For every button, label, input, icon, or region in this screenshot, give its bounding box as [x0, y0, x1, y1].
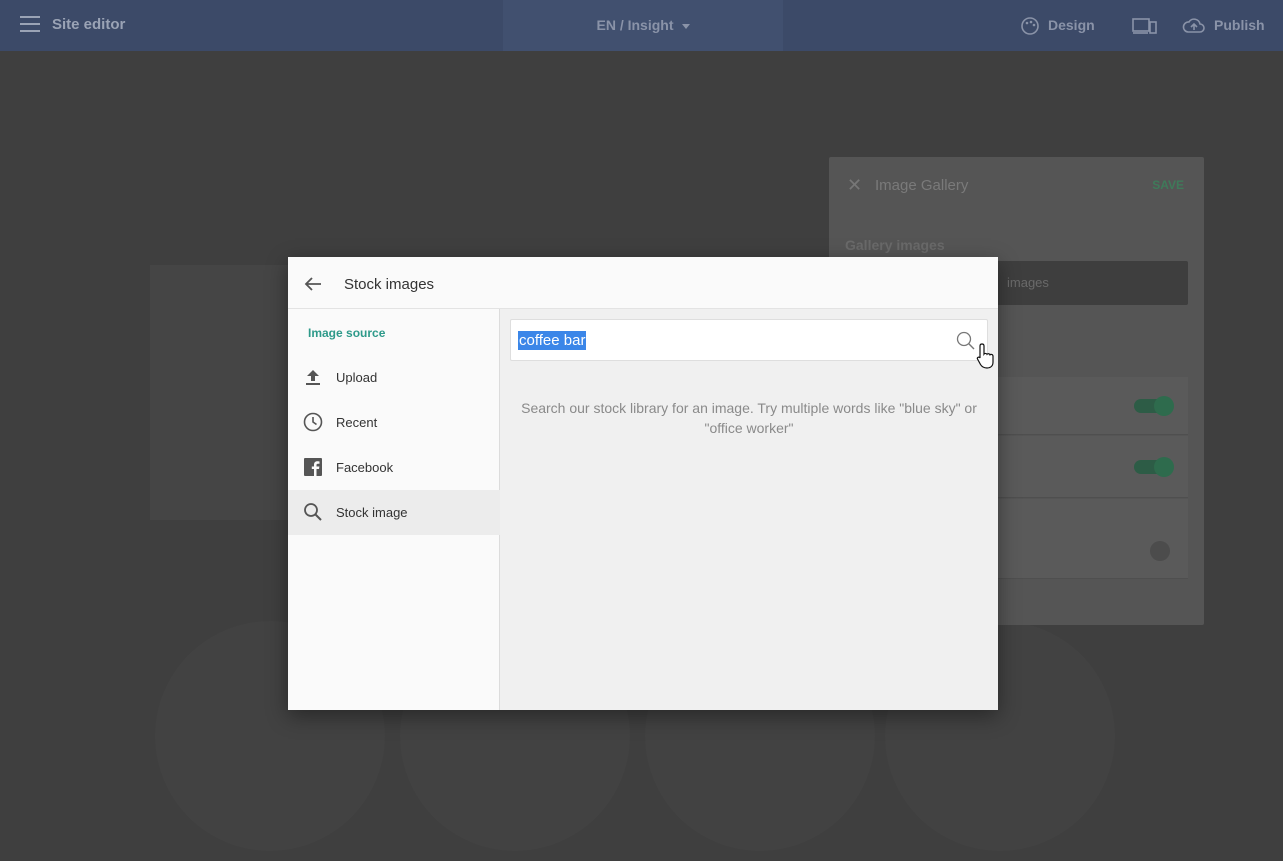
device-preview-button[interactable] [1132, 0, 1166, 51]
sidebar-item-recent[interactable]: Recent [288, 400, 500, 445]
sidebar-item-label: Facebook [336, 460, 394, 475]
devices-icon [1132, 18, 1157, 35]
search-input[interactable]: coffee bar [518, 331, 587, 350]
search-icon [304, 503, 322, 521]
image-source-label: Image source [308, 326, 386, 340]
stock-search-pane: coffee bar Search our stock library for … [500, 309, 998, 710]
upload-icon [306, 370, 320, 385]
publish-button[interactable]: Publish [1182, 0, 1265, 51]
facebook-icon [304, 458, 322, 476]
language-selector[interactable]: EN / Insight [503, 0, 783, 51]
gallery-images-heading: Gallery images [845, 237, 945, 253]
sidebar-item-label: Recent [336, 415, 378, 430]
sidebar-item-stock-image[interactable]: Stock image [288, 490, 500, 535]
design-label: Design [1048, 17, 1095, 33]
search-box: coffee bar [510, 319, 994, 369]
clock-icon [303, 412, 323, 432]
search-icon[interactable] [955, 330, 977, 352]
sidebar-item-upload[interactable]: Upload [288, 355, 500, 400]
dialog-header: Stock images [288, 257, 998, 309]
sidebar-item-facebook[interactable]: Facebook [288, 445, 500, 490]
setting-toggle[interactable] [1134, 457, 1174, 477]
save-button[interactable]: SAVE [1152, 178, 1184, 192]
design-button[interactable]: Design [1020, 0, 1095, 51]
publish-label: Publish [1214, 17, 1265, 33]
stock-images-dialog: Stock images Image source Upload Recent … [288, 257, 998, 710]
close-icon[interactable]: ✕ [847, 175, 862, 196]
caret-down-icon [681, 23, 690, 29]
back-arrow-icon[interactable] [302, 273, 324, 295]
sidebar-item-label: Upload [336, 370, 378, 385]
dialog-title: Stock images [344, 276, 435, 293]
background-block [150, 265, 300, 520]
gallery-panel-title: Image Gallery [875, 177, 969, 194]
setting-toggle[interactable] [1134, 396, 1174, 416]
dropdown-chevron-icon[interactable] [1150, 541, 1170, 561]
hand-pointer-cursor-icon [976, 343, 994, 369]
search-hint: Search our stock library for an image. T… [521, 400, 977, 436]
top-bar: Site editor EN / Insight Design Publish [0, 0, 1283, 51]
language-selector-label: EN / Insight [596, 17, 674, 33]
cloud-upload-icon [1182, 18, 1205, 34]
image-source-sidebar: Image source Upload Recent Facebook Stoc… [288, 309, 500, 710]
app-title: Site editor [52, 16, 126, 33]
palette-icon [1021, 17, 1039, 36]
hamburger-menu-icon[interactable] [20, 16, 40, 34]
sidebar-item-label: Stock image [336, 505, 408, 520]
